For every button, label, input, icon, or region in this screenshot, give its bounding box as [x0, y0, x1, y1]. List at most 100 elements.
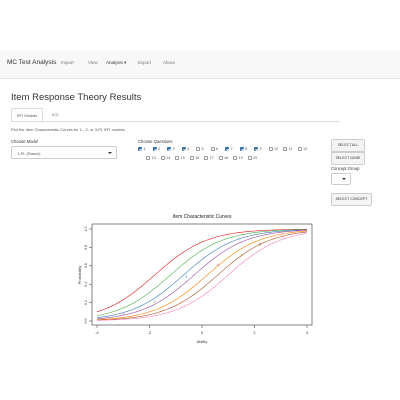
curve-label-item-4: 4	[217, 263, 219, 267]
nav-about[interactable]: About	[163, 60, 175, 65]
checkbox-checked-icon[interactable]	[225, 147, 229, 151]
question-checkbox-label: 19	[238, 156, 243, 160]
tab-divider	[11, 121, 340, 122]
tab-icc[interactable]: ICC	[47, 108, 64, 121]
y-tick-label: 0.6	[84, 263, 88, 268]
question-checkbox-label: 12	[303, 147, 308, 151]
curve-label-item-9: 9	[282, 235, 284, 239]
checkbox-empty-icon[interactable]	[196, 147, 200, 151]
question-checkbox-17[interactable]: 17	[204, 156, 214, 160]
checkbox-checked-icon[interactable]	[239, 147, 244, 151]
x-tick-label: 4	[306, 330, 309, 335]
icc-curve-item-1	[96, 228, 308, 313]
question-checkbox-11[interactable]: 11	[283, 147, 292, 151]
question-checkbox-6[interactable]: 6	[210, 147, 219, 151]
question-checkbox-5[interactable]: 5	[196, 147, 204, 151]
question-checkbox-10[interactable]: 10	[268, 147, 279, 151]
app-brand[interactable]: MC Test Analysis	[7, 59, 56, 66]
question-checkbox-9[interactable]: 9	[254, 147, 262, 151]
curve-label-item-3: 3	[185, 275, 187, 279]
x-tick-label: -4	[95, 330, 99, 335]
checkbox-empty-icon[interactable]	[218, 156, 223, 160]
question-checkbox-label: 10	[274, 147, 279, 151]
question-checkbox-14[interactable]: 14	[160, 156, 171, 160]
question-checkbox-label: 1	[143, 147, 146, 151]
icc-curve-item-7	[96, 230, 308, 320]
question-checkbox-label: 14	[166, 156, 171, 160]
question-checkbox-20[interactable]: 20	[247, 156, 258, 160]
curve-label-item-2: 2	[154, 300, 156, 304]
chevron-down-icon	[342, 178, 346, 180]
question-checkbox-label: 16	[195, 156, 200, 160]
icc-curve-item-3	[96, 229, 308, 319]
question-checkbox-19[interactable]: 19	[233, 156, 243, 160]
checkbox-empty-icon[interactable]	[204, 156, 208, 160]
model-label: Choose Model	[11, 139, 39, 144]
question-checkbox-1[interactable]: 1	[138, 147, 146, 151]
x-tick-label: 2	[253, 330, 256, 335]
question-checkbox-18[interactable]: 18	[218, 156, 228, 160]
question-checkbox-label: 11	[288, 147, 293, 151]
question-checkbox-label: 3	[172, 147, 175, 151]
question-checkbox-label: 20	[253, 156, 258, 160]
curve-label-item-1: 1	[122, 312, 124, 316]
checkbox-empty-icon[interactable]	[247, 156, 252, 160]
checkbox-empty-icon[interactable]	[160, 156, 165, 160]
checkbox-checked-icon[interactable]	[138, 147, 142, 151]
question-checkbox-label: 5	[201, 147, 204, 151]
checkbox-checked-icon[interactable]	[167, 147, 171, 151]
nav-view[interactable]: View	[88, 60, 98, 65]
question-checkbox-label: 15	[180, 156, 185, 160]
select-concept-button[interactable]: SELECT CONCEPT	[331, 193, 372, 206]
question-checkbox-15[interactable]: 15	[175, 156, 185, 160]
x-tick-label: 0	[201, 330, 204, 335]
question-checkbox-7[interactable]: 7	[225, 147, 233, 151]
question-checkbox-8[interactable]: 8	[239, 147, 248, 151]
checkbox-checked-icon[interactable]	[254, 147, 258, 151]
concept-group-select[interactable]	[331, 173, 351, 185]
select-none-button[interactable]: SELECT NONE	[331, 152, 365, 165]
question-checkbox-3[interactable]: 3	[167, 147, 175, 151]
checkbox-empty-icon[interactable]	[297, 147, 302, 151]
page-title: Item Response Theory Results	[11, 92, 142, 103]
description-text: Plot the Item Characteristic Curves for …	[11, 127, 126, 132]
checkbox-empty-icon[interactable]	[268, 147, 273, 151]
question-checkbox-label: 6	[216, 147, 219, 151]
y-tick-label: 1.0	[84, 227, 88, 232]
curve-label-item-8: 8	[259, 243, 261, 247]
checkbox-empty-icon[interactable]	[210, 147, 215, 151]
question-checkbox-12[interactable]: 12	[297, 147, 308, 151]
checkbox-checked-icon[interactable]	[152, 147, 157, 151]
checkbox-empty-icon[interactable]	[175, 156, 179, 160]
checkbox-empty-icon[interactable]	[283, 147, 287, 151]
chart-title: Item Characteristic Curves	[173, 214, 232, 220]
y-tick-label: 0.2	[84, 300, 88, 305]
question-checkbox-label: 4	[187, 147, 190, 151]
chart-xlabel: Ability	[197, 339, 208, 344]
question-checkbox-label: 8	[245, 147, 248, 151]
checkbox-empty-icon[interactable]	[146, 156, 150, 160]
icc-curve-item-8	[96, 231, 308, 321]
question-checkbox-16[interactable]: 16	[189, 156, 200, 160]
icc-curve-item-9	[96, 233, 308, 321]
question-checkbox-label: 7	[230, 147, 233, 151]
y-tick-label: 0.0	[84, 319, 88, 324]
chart-ylabel: Probability	[77, 266, 82, 285]
y-tick-label: 0.4	[84, 282, 88, 287]
checkbox-empty-icon[interactable]	[189, 156, 194, 160]
question-checkbox-label: 2	[158, 147, 161, 151]
select-all-button[interactable]: SELECT ALL	[331, 139, 365, 152]
checkbox-empty-icon[interactable]	[233, 156, 237, 160]
model-select[interactable]: 1-PL (Rasch)	[11, 146, 117, 159]
question-checkbox-4[interactable]: 4	[181, 147, 190, 151]
questions-label: Choose Questions	[138, 139, 173, 144]
question-checkbox-13[interactable]: 13	[146, 156, 156, 160]
navbar: MC Test Analysis Import View Analysis ▾ …	[0, 50, 400, 79]
nav-export[interactable]: Export	[138, 60, 151, 65]
question-checkbox-2[interactable]: 2	[152, 147, 161, 151]
nav-analysis[interactable]: Analysis ▾	[106, 60, 126, 66]
plot-frame	[91, 223, 313, 326]
checkbox-checked-icon[interactable]	[181, 147, 186, 151]
nav-import[interactable]: Import	[61, 60, 74, 65]
model-select-value: 1-PL (Rasch)	[17, 151, 41, 156]
